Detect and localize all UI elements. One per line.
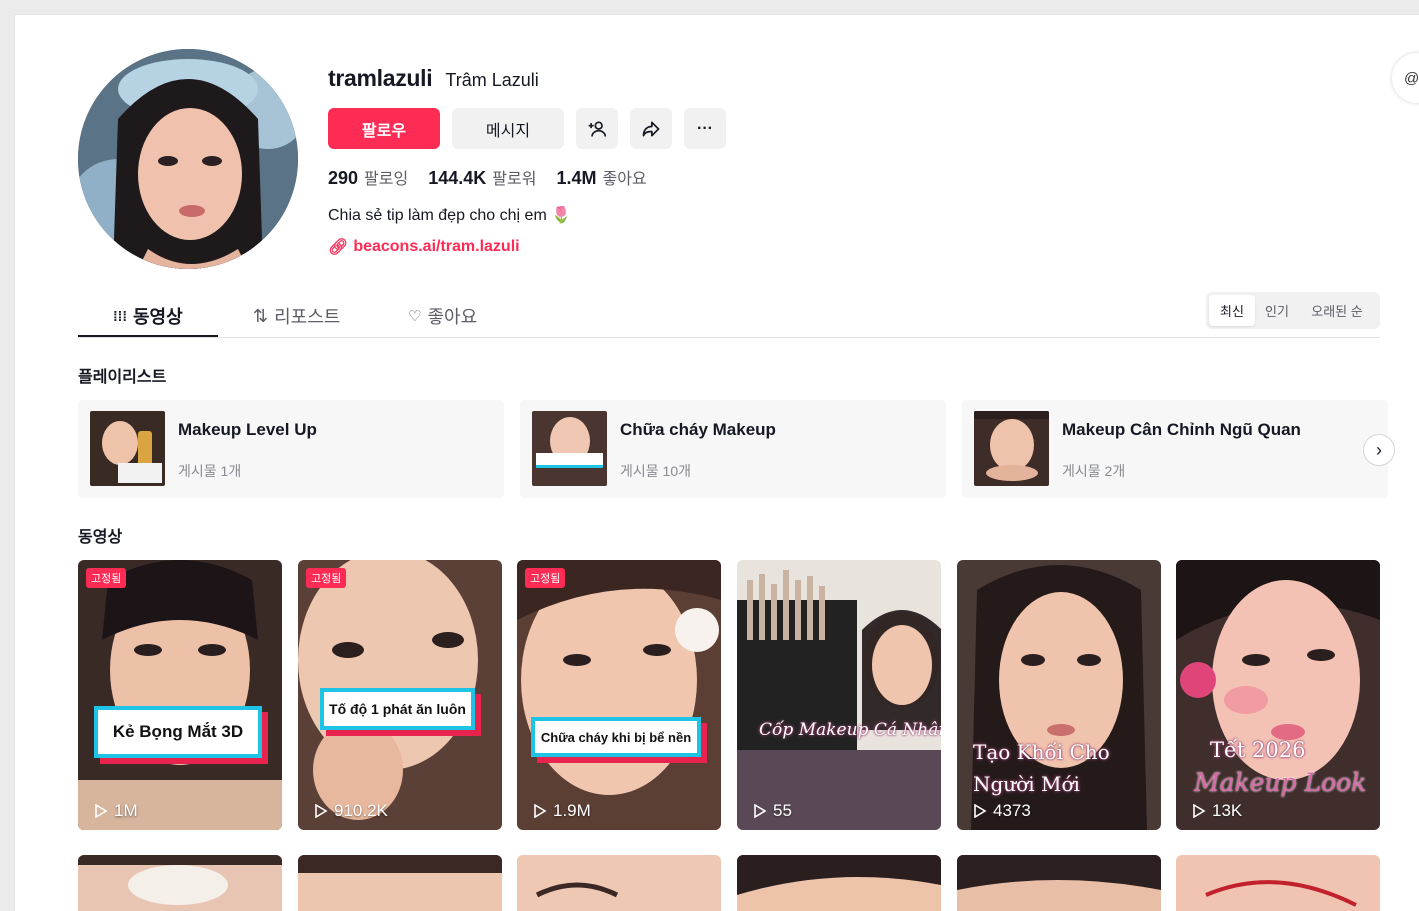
view-count: 55 <box>753 801 792 821</box>
video-thumbnail <box>737 855 941 911</box>
video-thumbnail <box>517 560 721 830</box>
repost-icon: ⇅ <box>253 305 269 326</box>
tab-liked[interactable]: ♡ 좋아요 <box>408 303 477 329</box>
profile-link-text: beacons.ai/tram.lazuli <box>353 238 520 255</box>
video-card[interactable]: 고정됨 Chữa cháy khi bị bể nền 1.9M <box>517 560 721 830</box>
heart-icon: ♡ <box>408 308 422 325</box>
tab-reposts[interactable]: ⇅ 리포스트 <box>253 303 340 329</box>
playlist-next-button[interactable]: › <box>1363 434 1395 466</box>
add-friend-button[interactable] <box>576 108 618 149</box>
tab-videos[interactable]: ⁞⁞⁞ 동영상 <box>113 303 183 329</box>
video-caption-line2: Makeup Look <box>1194 768 1367 797</box>
share-icon <box>642 121 660 136</box>
video-thumbnail <box>517 855 721 911</box>
tab-reposts-label: 리포스트 <box>274 307 341 327</box>
video-card[interactable]: Tết 2026 Makeup Look 13K <box>1176 560 1380 830</box>
playlist-thumbnail <box>90 411 165 486</box>
tab-videos-label: 동영상 <box>133 307 183 327</box>
video-thumbnail <box>957 855 1161 911</box>
video-caption-line2: Người Mới <box>973 772 1080 796</box>
playlist-count: 게시물 1개 <box>178 463 242 479</box>
video-card[interactable] <box>517 855 721 911</box>
playlist-title: Makeup Cân Chỉnh Ngũ Quan <box>1062 420 1301 439</box>
profile-page: @ tramlazuli Trâm Lazuli 팔로우 메시지 ··· 290… <box>14 14 1419 911</box>
active-tab-indicator <box>78 335 218 337</box>
video-thumbnail <box>737 560 941 830</box>
video-thumbnail <box>78 855 282 911</box>
view-count: 13K <box>1192 801 1242 821</box>
chevron-right-icon: › <box>1376 439 1382 460</box>
video-caption: Cốp Makeup Cá Nhân <box>759 720 941 740</box>
profile-header: tramlazuli Trâm Lazuli 팔로우 메시지 ··· 290 팔로… <box>328 65 726 257</box>
video-caption: Kẻ Bọng Mắt 3D <box>94 706 262 758</box>
at-icon: @ <box>1404 69 1419 87</box>
username: tramlazuli <box>328 65 433 91</box>
video-card[interactable]: 고정됨 Tố độ 1 phát ăn luôn 910.2K <box>298 560 502 830</box>
avatar[interactable] <box>78 49 298 269</box>
play-icon <box>95 804 108 818</box>
side-panel-button[interactable]: @ <box>1392 53 1419 103</box>
playlist-title: Chữa cháy Makeup <box>620 420 776 439</box>
follow-button[interactable]: 팔로우 <box>328 108 440 149</box>
play-icon <box>974 804 987 818</box>
playlist-count: 게시물 10개 <box>620 463 691 479</box>
link-icon: 🔗︎ <box>328 239 349 256</box>
video-caption: Tố độ 1 phát ăn luôn <box>320 688 475 730</box>
video-caption: Chữa cháy khi bị bể nền <box>531 717 701 757</box>
video-thumbnail <box>1176 855 1380 911</box>
sort-popular[interactable]: 인기 <box>1255 295 1299 326</box>
profile-link[interactable]: 🔗︎ beacons.ai/tram.lazuli <box>328 237 726 257</box>
view-count: 910.2K <box>314 801 388 821</box>
pinned-badge: 고정됨 <box>86 568 127 588</box>
video-thumbnail <box>298 855 502 911</box>
sort-oldest[interactable]: 오래된 순 <box>1299 295 1375 326</box>
video-caption-line1: Tạo Khối Cho <box>973 740 1110 764</box>
play-icon <box>315 804 328 818</box>
video-card[interactable] <box>1176 855 1380 911</box>
nickname: Trâm Lazuli <box>445 70 539 90</box>
playlist-card[interactable]: Chữa cháy Makeup 게시물 10개 <box>520 400 946 498</box>
video-card[interactable] <box>78 855 282 911</box>
more-icon: ··· <box>697 119 713 137</box>
video-card[interactable]: 고정됨 Kẻ Bọng Mắt 3D 1M <box>78 560 282 830</box>
content-tabs: ⁞⁞⁞ 동영상 ⇅ 리포스트 ♡ 좋아요 <box>78 295 1380 338</box>
avatar-image <box>78 49 298 269</box>
videos-section-title: 동영상 <box>78 529 123 546</box>
playlist-count: 게시물 2개 <box>1062 463 1126 479</box>
play-icon <box>534 804 547 818</box>
tab-liked-label: 좋아요 <box>427 307 478 327</box>
playlist-title: Makeup Level Up <box>178 420 317 439</box>
video-card[interactable]: Tạo Khối Cho Người Mới 4373 <box>957 560 1161 830</box>
more-button[interactable]: ··· <box>684 108 726 149</box>
video-card[interactable] <box>737 855 941 911</box>
video-card[interactable] <box>957 855 1161 911</box>
video-card[interactable]: Cốp Makeup Cá Nhân 55 <box>737 560 941 830</box>
playlist-thumbnail <box>532 411 607 486</box>
play-icon <box>754 804 767 818</box>
profile-stats: 290 팔로잉 144.4K 팔로워 1.4M 좋아요 <box>328 165 726 189</box>
sort-toggle: 최신 인기 오래된 순 <box>1206 292 1380 329</box>
stat-following[interactable]: 290 팔로잉 <box>328 165 408 189</box>
pinned-badge: 고정됨 <box>525 568 566 588</box>
playlist-card[interactable]: Makeup Cân Chỉnh Ngũ Quan 게시물 2개 <box>962 400 1388 498</box>
add-user-icon <box>588 121 607 137</box>
message-button[interactable]: 메시지 <box>452 108 564 149</box>
share-button[interactable] <box>630 108 672 149</box>
video-thumbnail <box>78 560 282 830</box>
view-count: 1M <box>94 801 138 821</box>
video-caption-line1: Tết 2026 <box>1210 738 1306 762</box>
bio: Chia sẻ tip làm đẹp cho chị em 🌷 <box>328 207 572 224</box>
sort-latest[interactable]: 최신 <box>1209 295 1255 326</box>
playlist-thumbnail <box>974 411 1049 486</box>
play-icon <box>1193 804 1206 818</box>
stat-followers[interactable]: 144.4K 팔로워 <box>428 165 536 189</box>
stat-likes: 1.4M 좋아요 <box>556 168 647 188</box>
view-count: 1.9M <box>533 801 591 821</box>
pinned-badge: 고정됨 <box>306 568 347 588</box>
grid-icon: ⁞⁞⁞ <box>113 308 127 324</box>
playlist-section-title: 플레이리스트 <box>78 369 167 386</box>
playlist-card[interactable]: Makeup Level Up 게시물 1개 <box>78 400 504 498</box>
view-count: 4373 <box>973 801 1031 821</box>
video-card[interactable] <box>298 855 502 911</box>
